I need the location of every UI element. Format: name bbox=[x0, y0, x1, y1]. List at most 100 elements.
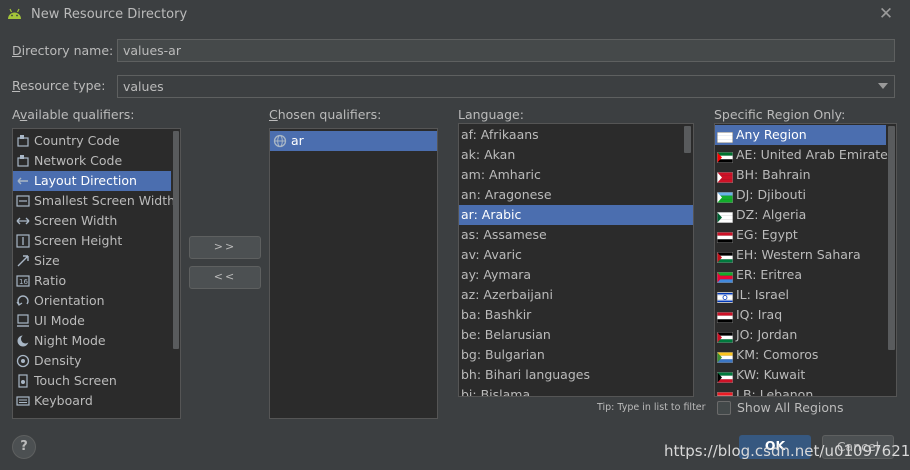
available-qualifier-item[interactable]: 16 Ratio bbox=[13, 271, 171, 291]
region-label-text: IL: Israel bbox=[736, 287, 789, 302]
available-label-first: A bbox=[12, 107, 20, 122]
available-qualifier-label: Network Code bbox=[34, 153, 123, 168]
available-qualifier-item[interactable]: Screen Height bbox=[13, 231, 171, 251]
flag-ae-icon bbox=[717, 149, 733, 163]
region-item[interactable]: EG: Egypt bbox=[715, 225, 886, 245]
region-label-text: BH: Bahrain bbox=[736, 167, 811, 182]
region-item[interactable]: DZ: Algeria bbox=[715, 205, 886, 225]
night-mode-icon bbox=[16, 334, 30, 348]
available-label-rest: ailable qualifiers: bbox=[27, 107, 135, 122]
region-item[interactable]: IQ: Iraq bbox=[715, 305, 886, 325]
language-item[interactable]: be: Belarusian bbox=[459, 325, 693, 345]
flag-eg-icon bbox=[717, 229, 733, 243]
language-item[interactable]: am: Amharic bbox=[459, 165, 693, 185]
show-all-regions-checkbox[interactable] bbox=[717, 401, 731, 415]
region-label-text: Any Region bbox=[736, 127, 807, 142]
chevron-down-icon[interactable] bbox=[878, 83, 888, 89]
available-qualifier-label: Screen Width bbox=[34, 213, 118, 228]
network-code-icon bbox=[16, 154, 30, 168]
layout-direction-icon bbox=[16, 174, 30, 188]
flag-eh-icon bbox=[717, 249, 733, 263]
remove-qualifier-button[interactable]: << bbox=[189, 266, 261, 289]
available-qualifier-item[interactable]: Smallest Screen Width bbox=[13, 191, 175, 211]
add-qualifier-button[interactable]: >> bbox=[189, 236, 261, 259]
available-qualifier-item[interactable]: Keyboard bbox=[13, 391, 171, 411]
region-label-text: EH: Western Sahara bbox=[736, 247, 861, 262]
available-qualifier-item[interactable]: Country Code bbox=[13, 131, 171, 151]
available-qualifier-label: Layout Direction bbox=[34, 173, 137, 188]
language-filter-tip: Tip: Type in list to filter bbox=[597, 402, 706, 413]
region-item[interactable]: KM: Comoros bbox=[715, 345, 886, 365]
available-qualifiers-list[interactable]: Keyboard Touch Screen Density Night Mode UI … bbox=[12, 128, 181, 419]
region-label-text: IQ: Iraq bbox=[736, 307, 783, 322]
language-item[interactable]: bi: Bislama bbox=[459, 385, 693, 396]
watermark-text: https://blog.csdn.net/u010976213 bbox=[664, 442, 910, 460]
available-qualifiers-label: Available qualifiers: bbox=[12, 107, 134, 122]
resource-type-mnemonic: R bbox=[12, 78, 21, 93]
globe-icon bbox=[273, 134, 287, 148]
flag-il-icon bbox=[717, 289, 733, 303]
available-qualifier-item[interactable]: Network Code bbox=[13, 151, 171, 171]
chosen-qualifier-item[interactable]: ar bbox=[270, 131, 437, 151]
region-item[interactable]: KW: Kuwait bbox=[715, 365, 886, 385]
language-item[interactable]: av: Avaric bbox=[459, 245, 693, 265]
flag-jo-icon bbox=[717, 329, 733, 343]
region-item[interactable]: EH: Western Sahara bbox=[715, 245, 886, 265]
region-item[interactable]: JO: Jordan bbox=[715, 325, 886, 345]
android-icon bbox=[8, 8, 21, 19]
region-item[interactable]: IL: Israel bbox=[715, 285, 886, 305]
available-scrollbar[interactable] bbox=[173, 131, 179, 349]
density-icon bbox=[16, 354, 30, 368]
region-label-text: ER: Eritrea bbox=[736, 267, 803, 282]
flag-dz-icon bbox=[717, 209, 733, 223]
available-qualifier-label: Ratio bbox=[34, 273, 67, 288]
chosen-qualifier-label: ar bbox=[291, 133, 304, 148]
available-qualifier-label: Night Mode bbox=[34, 333, 106, 348]
language-item[interactable]: an: Aragonese bbox=[459, 185, 693, 205]
directory-name-mnemonic: D bbox=[12, 43, 22, 58]
available-qualifier-item[interactable]: Screen Width bbox=[13, 211, 171, 231]
language-item[interactable]: bg: Bulgarian bbox=[459, 345, 693, 365]
region-item[interactable]: BH: Bahrain bbox=[715, 165, 886, 185]
region-item[interactable]: DJ: Djibouti bbox=[715, 185, 886, 205]
language-item[interactable]: as: Assamese bbox=[459, 225, 693, 245]
region-list[interactable]: LB: Lebanon KW: Kuwait KM: Comoros JO: Jord… bbox=[714, 123, 897, 397]
language-list[interactable]: bi: Bislama bh: Bihari languages bg: Bulga… bbox=[458, 123, 694, 397]
close-icon[interactable]: ✕ bbox=[876, 4, 896, 24]
language-item[interactable]: ba: Bashkir bbox=[459, 305, 693, 325]
chosen-qualifiers-list[interactable]: ar bbox=[269, 128, 438, 419]
directory-name-label: Directory name: bbox=[12, 43, 113, 58]
language-item[interactable]: ay: Aymara bbox=[459, 265, 693, 285]
ratio-icon: 16 bbox=[16, 274, 30, 288]
help-button[interactable]: ? bbox=[12, 435, 36, 459]
flag-er-icon bbox=[717, 269, 733, 283]
region-label-text: DJ: Djibouti bbox=[736, 187, 806, 202]
language-scrollbar[interactable] bbox=[684, 126, 691, 153]
region-item[interactable]: ER: Eritrea bbox=[715, 265, 886, 285]
available-qualifier-item[interactable]: Size bbox=[13, 251, 171, 271]
flag-dj-icon bbox=[717, 189, 733, 203]
language-item[interactable]: az: Azerbaijani bbox=[459, 285, 693, 305]
available-qualifier-item[interactable]: Layout Direction bbox=[13, 171, 171, 191]
region-item[interactable]: LB: Lebanon bbox=[715, 385, 886, 396]
available-qualifier-item[interactable]: Night Mode bbox=[13, 331, 171, 351]
language-item[interactable]: ar: Arabic bbox=[459, 205, 693, 225]
available-qualifier-item[interactable]: Density bbox=[13, 351, 171, 371]
region-item[interactable]: AE: United Arab Emirates bbox=[715, 145, 894, 165]
available-qualifier-item[interactable]: Touch Screen bbox=[13, 371, 171, 391]
resource-type-select[interactable]: values bbox=[117, 75, 895, 98]
language-item[interactable]: ak: Akan bbox=[459, 145, 693, 165]
available-qualifier-item[interactable]: Orientation bbox=[13, 291, 171, 311]
flag-km-icon bbox=[717, 349, 733, 363]
chosen-label-mnemonic: C bbox=[269, 107, 278, 122]
region-item[interactable]: Any Region bbox=[715, 125, 886, 145]
language-item[interactable]: bh: Bihari languages bbox=[459, 365, 693, 385]
available-qualifier-label: Smallest Screen Width bbox=[34, 193, 176, 208]
title-bar: New Resource Directory ✕ bbox=[0, 0, 910, 30]
flag-bh-icon bbox=[717, 169, 733, 183]
directory-name-field[interactable] bbox=[117, 39, 895, 62]
region-label-text: EG: Egypt bbox=[736, 227, 798, 242]
available-qualifier-item[interactable]: UI Mode bbox=[13, 311, 171, 331]
region-scrollbar[interactable] bbox=[888, 126, 895, 350]
language-item[interactable]: af: Afrikaans bbox=[459, 125, 693, 145]
